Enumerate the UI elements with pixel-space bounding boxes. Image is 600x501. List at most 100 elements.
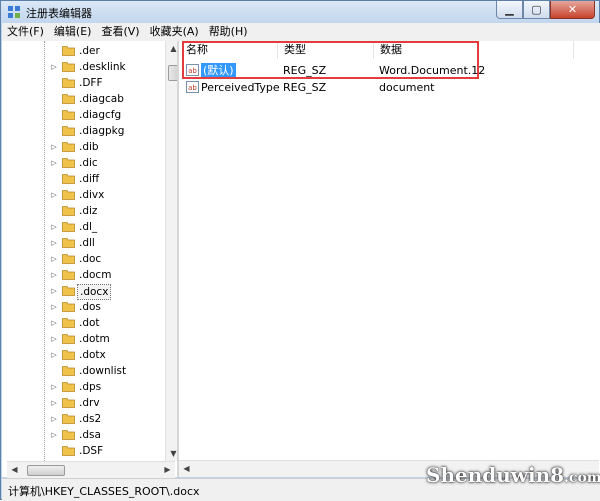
expand-arrow-icon[interactable]: ▷ [50,158,58,168]
tree-item[interactable]: .DFF [44,75,164,91]
close-button[interactable]: ✕ [550,1,595,19]
expand-arrow-icon[interactable]: ▷ [50,254,58,264]
menu-file[interactable]: 文件(F) [2,23,49,41]
expand-arrow-icon[interactable]: ▷ [50,334,58,344]
expand-arrow-icon[interactable]: ▷ [50,62,58,72]
expand-arrow-icon[interactable]: ▷ [50,238,58,248]
values-pane[interactable]: 名称 类型 数据 ab (默认) REG_SZ Word.Document.12… [180,41,600,477]
expand-arrow-icon[interactable]: ▷ [50,270,58,280]
tree-item-label: .dotx [79,349,106,361]
tree-item[interactable]: ▷ .dos [44,299,164,315]
tree-item-label: .downlist [79,365,127,377]
horizontal-scroll-thumb[interactable] [27,465,65,476]
tree-item-label: .DSF [79,445,104,457]
tree-item[interactable]: ▷ .dib [44,139,164,155]
close-icon: ✕ [567,3,578,16]
registry-editor-window: 注册表编辑器 ▁ ▢ ✕ 文件(F) 编辑(E) 查看(V) 收藏夹(A) 帮助… [0,0,600,501]
tree-item-label: .diagpkg [79,125,125,137]
tree-item[interactable]: ▷ .dot [44,315,164,331]
registry-tree[interactable]: ▲ ▼ .der ▷ .desklink .DFF .diagcab .diagcfg .d… [7,41,179,477]
expand-arrow-icon[interactable]: ▷ [50,286,58,296]
tree-item[interactable]: ▷ .drv [44,395,164,411]
menu-view[interactable]: 查看(V) [96,23,144,41]
tree-item[interactable]: ▷ .dll [44,235,164,251]
tree-item[interactable]: .diagcfg [44,107,164,123]
tree-item[interactable]: .diagcab [44,91,164,107]
minimize-icon: ▁ [505,3,514,16]
tree-item[interactable]: ▷ .dotm [44,331,164,347]
expand-arrow-icon[interactable]: ▷ [50,382,58,392]
tree-item-label: .DFF [79,77,103,89]
scroll-thumb[interactable] [168,65,177,81]
scroll-down-arrow-icon[interactable]: ▼ [166,446,177,461]
tree-item[interactable]: .diagpkg [44,123,164,139]
folder-icon [62,206,75,216]
minimize-button[interactable]: ▁ [496,1,523,19]
folder-icon [62,110,75,120]
expand-arrow-icon[interactable]: ▷ [50,414,58,424]
tree-item[interactable]: ▷ .desklink [44,59,164,75]
tree-item-label: .doc [79,253,102,265]
tree-item-label: .dps [79,381,102,393]
value-name: PerceivedType [201,81,280,94]
folder-icon [62,446,75,456]
value-row-perceivedtype[interactable]: ab PerceivedType REG_SZ document [182,79,600,96]
value-data: document [379,81,435,94]
expand-arrow-icon[interactable]: ▷ [50,350,58,360]
tree-item-label: .ds2 [79,413,102,425]
tree-item-label: .dl_ [79,221,98,233]
scroll-left-arrow-icon[interactable]: ◀ [179,461,194,476]
tree-item[interactable]: ▷ .doc [44,251,164,267]
tree-item[interactable]: .diff [44,171,164,187]
folder-icon [62,126,75,136]
tree-item[interactable]: ▷ .ds2 [44,411,164,427]
tree-item[interactable]: .der [44,43,164,59]
tree-item[interactable]: ▷ .dl_ [44,219,164,235]
tree-item-label: .dsa [79,429,101,441]
watermark-brand: Shenduwin8 [426,463,565,487]
folder-icon [62,222,75,232]
expand-arrow-icon[interactable]: ▷ [50,190,58,200]
tree-item[interactable]: ▷ .docx [44,283,164,300]
maximize-button[interactable]: ▢ [523,1,550,19]
menu-edit[interactable]: 编辑(E) [49,23,97,41]
tree-horizontal-scrollbar[interactable]: ◀ ▶ [7,461,175,478]
tree-item[interactable]: ▷ .dic [44,155,164,171]
tree-item[interactable]: .downlist [44,363,164,379]
tree-item[interactable]: ▷ .docm [44,267,164,283]
expand-arrow-icon[interactable]: ▷ [50,318,58,328]
folder-icon [62,350,75,360]
scroll-right-arrow-icon[interactable]: ▶ [160,462,175,477]
tree-item[interactable]: ▷ .divx [44,187,164,203]
folder-icon [62,382,75,392]
scroll-left-arrow-icon[interactable]: ◀ [7,462,22,477]
tree-item-label: .docx [77,284,112,300]
expand-arrow-icon[interactable]: ▷ [50,398,58,408]
folder-icon [62,174,75,184]
menu-help[interactable]: 帮助(H) [204,23,253,41]
tree-item-label: .diff [79,173,100,185]
folder-icon [62,414,75,424]
maximize-icon: ▢ [531,3,542,16]
menu-favorites[interactable]: 收藏夹(A) [145,23,204,41]
tree-vertical-scrollbar[interactable]: ▲ ▼ [165,41,177,461]
title-bar[interactable]: 注册表编辑器 ▁ ▢ ✕ [1,1,599,23]
folder-icon [62,398,75,408]
tree-item-label: .dotm [79,333,110,345]
expand-arrow-icon[interactable]: ▷ [50,222,58,232]
red-highlight-box [182,41,479,79]
folder-icon [62,46,75,56]
expand-arrow-icon[interactable]: ▷ [50,142,58,152]
tree-item-label: .dos [79,301,101,313]
scroll-up-arrow-icon[interactable]: ▲ [166,41,177,56]
tree-item-label: .docm [79,269,112,281]
tree-item[interactable]: .DSF [44,443,164,459]
folder-icon [62,94,75,104]
folder-icon [62,318,75,328]
tree-item[interactable]: ▷ .dotx [44,347,164,363]
tree-item[interactable]: .diz [44,203,164,219]
expand-arrow-icon[interactable]: ▷ [50,302,58,312]
tree-item[interactable]: ▷ .dsa [44,427,164,443]
expand-arrow-icon[interactable]: ▷ [50,430,58,440]
tree-item[interactable]: ▷ .dps [44,379,164,395]
